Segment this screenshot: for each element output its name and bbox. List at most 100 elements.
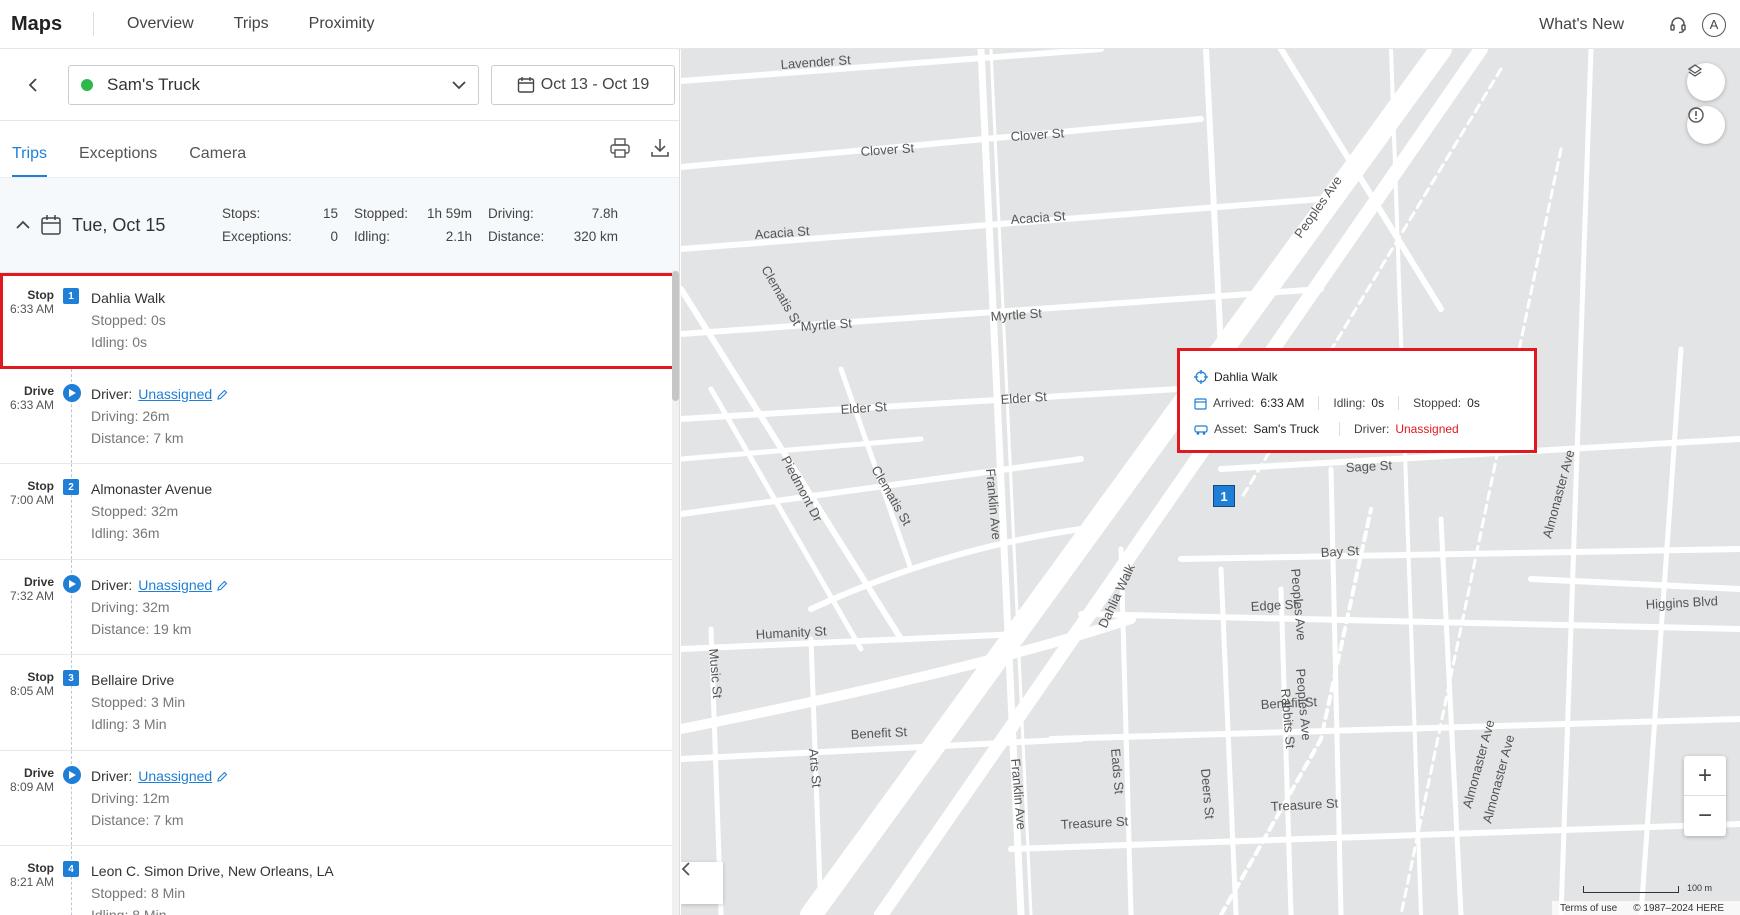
entry-type: Drive — [23, 383, 54, 398]
street-label: Elder St — [840, 399, 888, 417]
stop-pin-marker[interactable]: 1 — [1213, 485, 1235, 507]
drive-distance: Distance: 19 km — [91, 620, 192, 637]
back-button[interactable] — [0, 77, 68, 92]
stops-value: 15 — [322, 206, 338, 221]
edit-pencil-icon[interactable] — [216, 389, 228, 401]
calendar-icon — [41, 215, 61, 235]
street-label: Franklin Ave — [1008, 758, 1029, 830]
map-canvas[interactable]: Lavender St Clover St Clover St Acacia S… — [681, 49, 1740, 915]
driver-label: Driver: — [1354, 422, 1390, 436]
timeline-stop[interactable]: Stop 7:00 AM 2 Almonaster Avenue Stopped… — [0, 464, 679, 560]
tab-camera[interactable]: Camera — [189, 145, 246, 177]
terms-link[interactable]: Terms of use — [1560, 903, 1617, 914]
driving-duration: Driving: 12m — [91, 789, 170, 806]
stopped-value: 0s — [1467, 396, 1480, 410]
vehicle-dropdown[interactable]: Sam's Truck — [68, 64, 479, 105]
tab-exceptions[interactable]: Exceptions — [79, 145, 157, 177]
collapse-panel-button[interactable] — [681, 862, 723, 904]
idling-duration: Idling: 0s — [91, 334, 148, 350]
nav-overview[interactable]: Overview — [127, 15, 194, 33]
map-footer: Terms of use © 1987–2024 HERE — [1551, 901, 1740, 915]
map-scale: 100 m — [1582, 883, 1712, 893]
print-icon[interactable] — [609, 137, 631, 159]
zoom-in-button[interactable]: + — [1684, 756, 1726, 796]
stopped-duration: Stopped: 3 Min — [91, 694, 186, 710]
info-button[interactable] — [1687, 106, 1725, 144]
street-label: Clematis St — [758, 263, 804, 328]
calendar-icon — [517, 76, 534, 93]
street-label: Benefit St — [850, 724, 907, 742]
panel-tabs: Trips Exceptions Camera — [0, 121, 679, 178]
idling-label: Idling: — [1333, 396, 1366, 410]
stopped-label: Stopped: — [354, 206, 409, 221]
play-icon[interactable] — [63, 765, 81, 784]
timeline-drive[interactable]: Drive 8:09 AM Driver: Unassigned Driving:… — [0, 750, 679, 846]
day-summary: Tue, Oct 15 Stops: 15 Stopped: 1h 59m Dr… — [0, 178, 679, 273]
scale-label: 100 m — [1686, 883, 1712, 893]
driver-link[interactable]: Unassigned — [138, 386, 212, 402]
driving-duration: Driving: 26m — [91, 407, 170, 424]
idling-label: Idling: — [354, 229, 391, 244]
arrived-value: 6:33 AM — [1260, 396, 1305, 410]
top-nav-bar: Maps Overview Trips Proximity What's New… — [0, 0, 1740, 49]
chevron-left-icon — [28, 77, 37, 92]
play-icon[interactable] — [63, 383, 81, 402]
driver-link[interactable]: Unassigned — [138, 768, 212, 784]
street-label: Higgins Blvd — [1645, 593, 1718, 612]
chevron-up-icon[interactable] — [16, 220, 30, 230]
location-target-icon — [1194, 370, 1208, 384]
timeline-stop[interactable]: Stop 8:21 AM 4 Leon C. Simon Drive, New … — [0, 846, 679, 915]
street-label: Bay St — [1320, 543, 1359, 560]
nav-trips[interactable]: Trips — [234, 15, 269, 33]
tab-trips[interactable]: Trips — [12, 145, 47, 177]
timeline-drive[interactable]: Drive 7:32 AM Driver: Unassigned Driving:… — [0, 559, 679, 655]
vehicle-selector-row: Sam's Truck Oct 13 - Oct 19 — [0, 49, 679, 121]
copyright: © 1987–2024 HERE — [1633, 902, 1724, 914]
scale-bar — [1582, 886, 1679, 893]
popup-place: Dahlia Walk — [1214, 370, 1278, 384]
distance-value: 320 km — [573, 229, 618, 244]
edit-pencil-icon[interactable] — [216, 771, 228, 783]
drive-distance: Distance: 7 km — [91, 429, 184, 446]
street-label: Acacia St — [1010, 208, 1066, 227]
street-label: Arts St — [806, 748, 824, 789]
stop-name: Dahlia Walk — [91, 290, 166, 306]
user-avatar[interactable]: A — [1702, 12, 1726, 37]
timeline-stop[interactable]: Stop 6:33 AM 1 Dahlia Walk Stopped: 0s I… — [0, 273, 679, 369]
panel-scrollbar-thumb[interactable] — [672, 271, 679, 401]
stops-label: Stops: — [222, 206, 261, 221]
date-range-label: Oct 13 - Oct 19 — [540, 75, 650, 93]
timeline-stop[interactable]: Stop 8:05 AM 3 Bellaire Drive Stopped: 3… — [0, 655, 679, 751]
idling-value: 0s — [1371, 396, 1385, 410]
stop-number-badge: 2 — [63, 479, 79, 495]
exceptions-value: 0 — [330, 229, 338, 244]
driver-label: Driver: — [91, 576, 133, 593]
entry-time: 8:09 AM — [9, 779, 54, 794]
nav-proximity[interactable]: Proximity — [309, 15, 375, 33]
stopped-duration: Stopped: 0s — [91, 312, 166, 328]
entry-type: Stop — [27, 861, 54, 875]
layers-button[interactable] — [1687, 63, 1725, 101]
play-icon[interactable] — [63, 574, 81, 593]
street-label: Elder St — [1000, 389, 1048, 407]
driving-value: 7.8h — [591, 206, 618, 221]
support-headset-icon[interactable] — [1664, 11, 1692, 39]
street-label: Humanity St — [755, 623, 827, 642]
download-icon[interactable] — [649, 137, 671, 159]
timeline-drive[interactable]: Drive 6:33 AM Driver: Unassigned Driving:… — [0, 368, 679, 464]
driving-label: Driving: — [488, 206, 534, 221]
edit-pencil-icon[interactable] — [216, 580, 228, 592]
street-label: Music St — [706, 648, 725, 699]
whats-new-link[interactable]: What's New — [1539, 16, 1624, 34]
info-alert-icon — [1688, 107, 1704, 123]
map-view[interactable]: Lavender St Clover St Clover St Acacia S… — [681, 49, 1740, 915]
driver-value[interactable]: Unassigned — [1395, 422, 1458, 436]
entry-type: Stop — [27, 288, 54, 302]
entry-time: 6:33 AM — [9, 302, 54, 316]
stop-number-badge: 1 — [63, 288, 79, 304]
vehicle-icon — [1194, 424, 1208, 435]
entry-type: Stop — [27, 479, 54, 493]
date-range-button[interactable]: Oct 13 - Oct 19 — [491, 64, 675, 105]
zoom-out-button[interactable]: − — [1684, 796, 1726, 836]
driver-link[interactable]: Unassigned — [138, 577, 212, 593]
